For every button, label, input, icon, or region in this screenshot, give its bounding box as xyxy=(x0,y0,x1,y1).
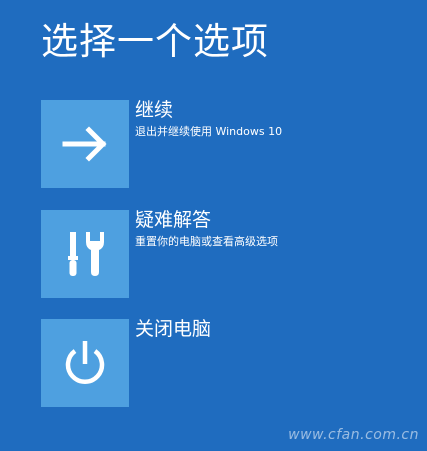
page-title: 选择一个选项 xyxy=(41,20,269,63)
troubleshoot-tile[interactable] xyxy=(41,210,129,298)
continue-label: 继续 xyxy=(135,99,174,121)
shutdown-option[interactable]: 关闭电脑 xyxy=(41,318,421,407)
troubleshoot-option[interactable]: 疑难解答 重置你的电脑或查看高级选项 xyxy=(41,209,421,298)
watermark: www.cfan.com.cn xyxy=(288,427,419,443)
continue-tile[interactable] xyxy=(41,100,129,188)
continue-option[interactable]: 继续 退出并继续使用 Windows 10 xyxy=(41,99,421,188)
continue-description: 退出并继续使用 Windows 10 xyxy=(135,125,283,138)
tools-icon xyxy=(68,232,104,276)
arrow-right-icon xyxy=(62,126,107,162)
troubleshoot-description: 重置你的电脑或查看高级选项 xyxy=(135,235,278,248)
power-icon xyxy=(65,341,105,384)
shutdown-tile[interactable] xyxy=(41,319,129,407)
shutdown-label: 关闭电脑 xyxy=(135,318,212,340)
troubleshoot-label: 疑难解答 xyxy=(135,209,212,231)
